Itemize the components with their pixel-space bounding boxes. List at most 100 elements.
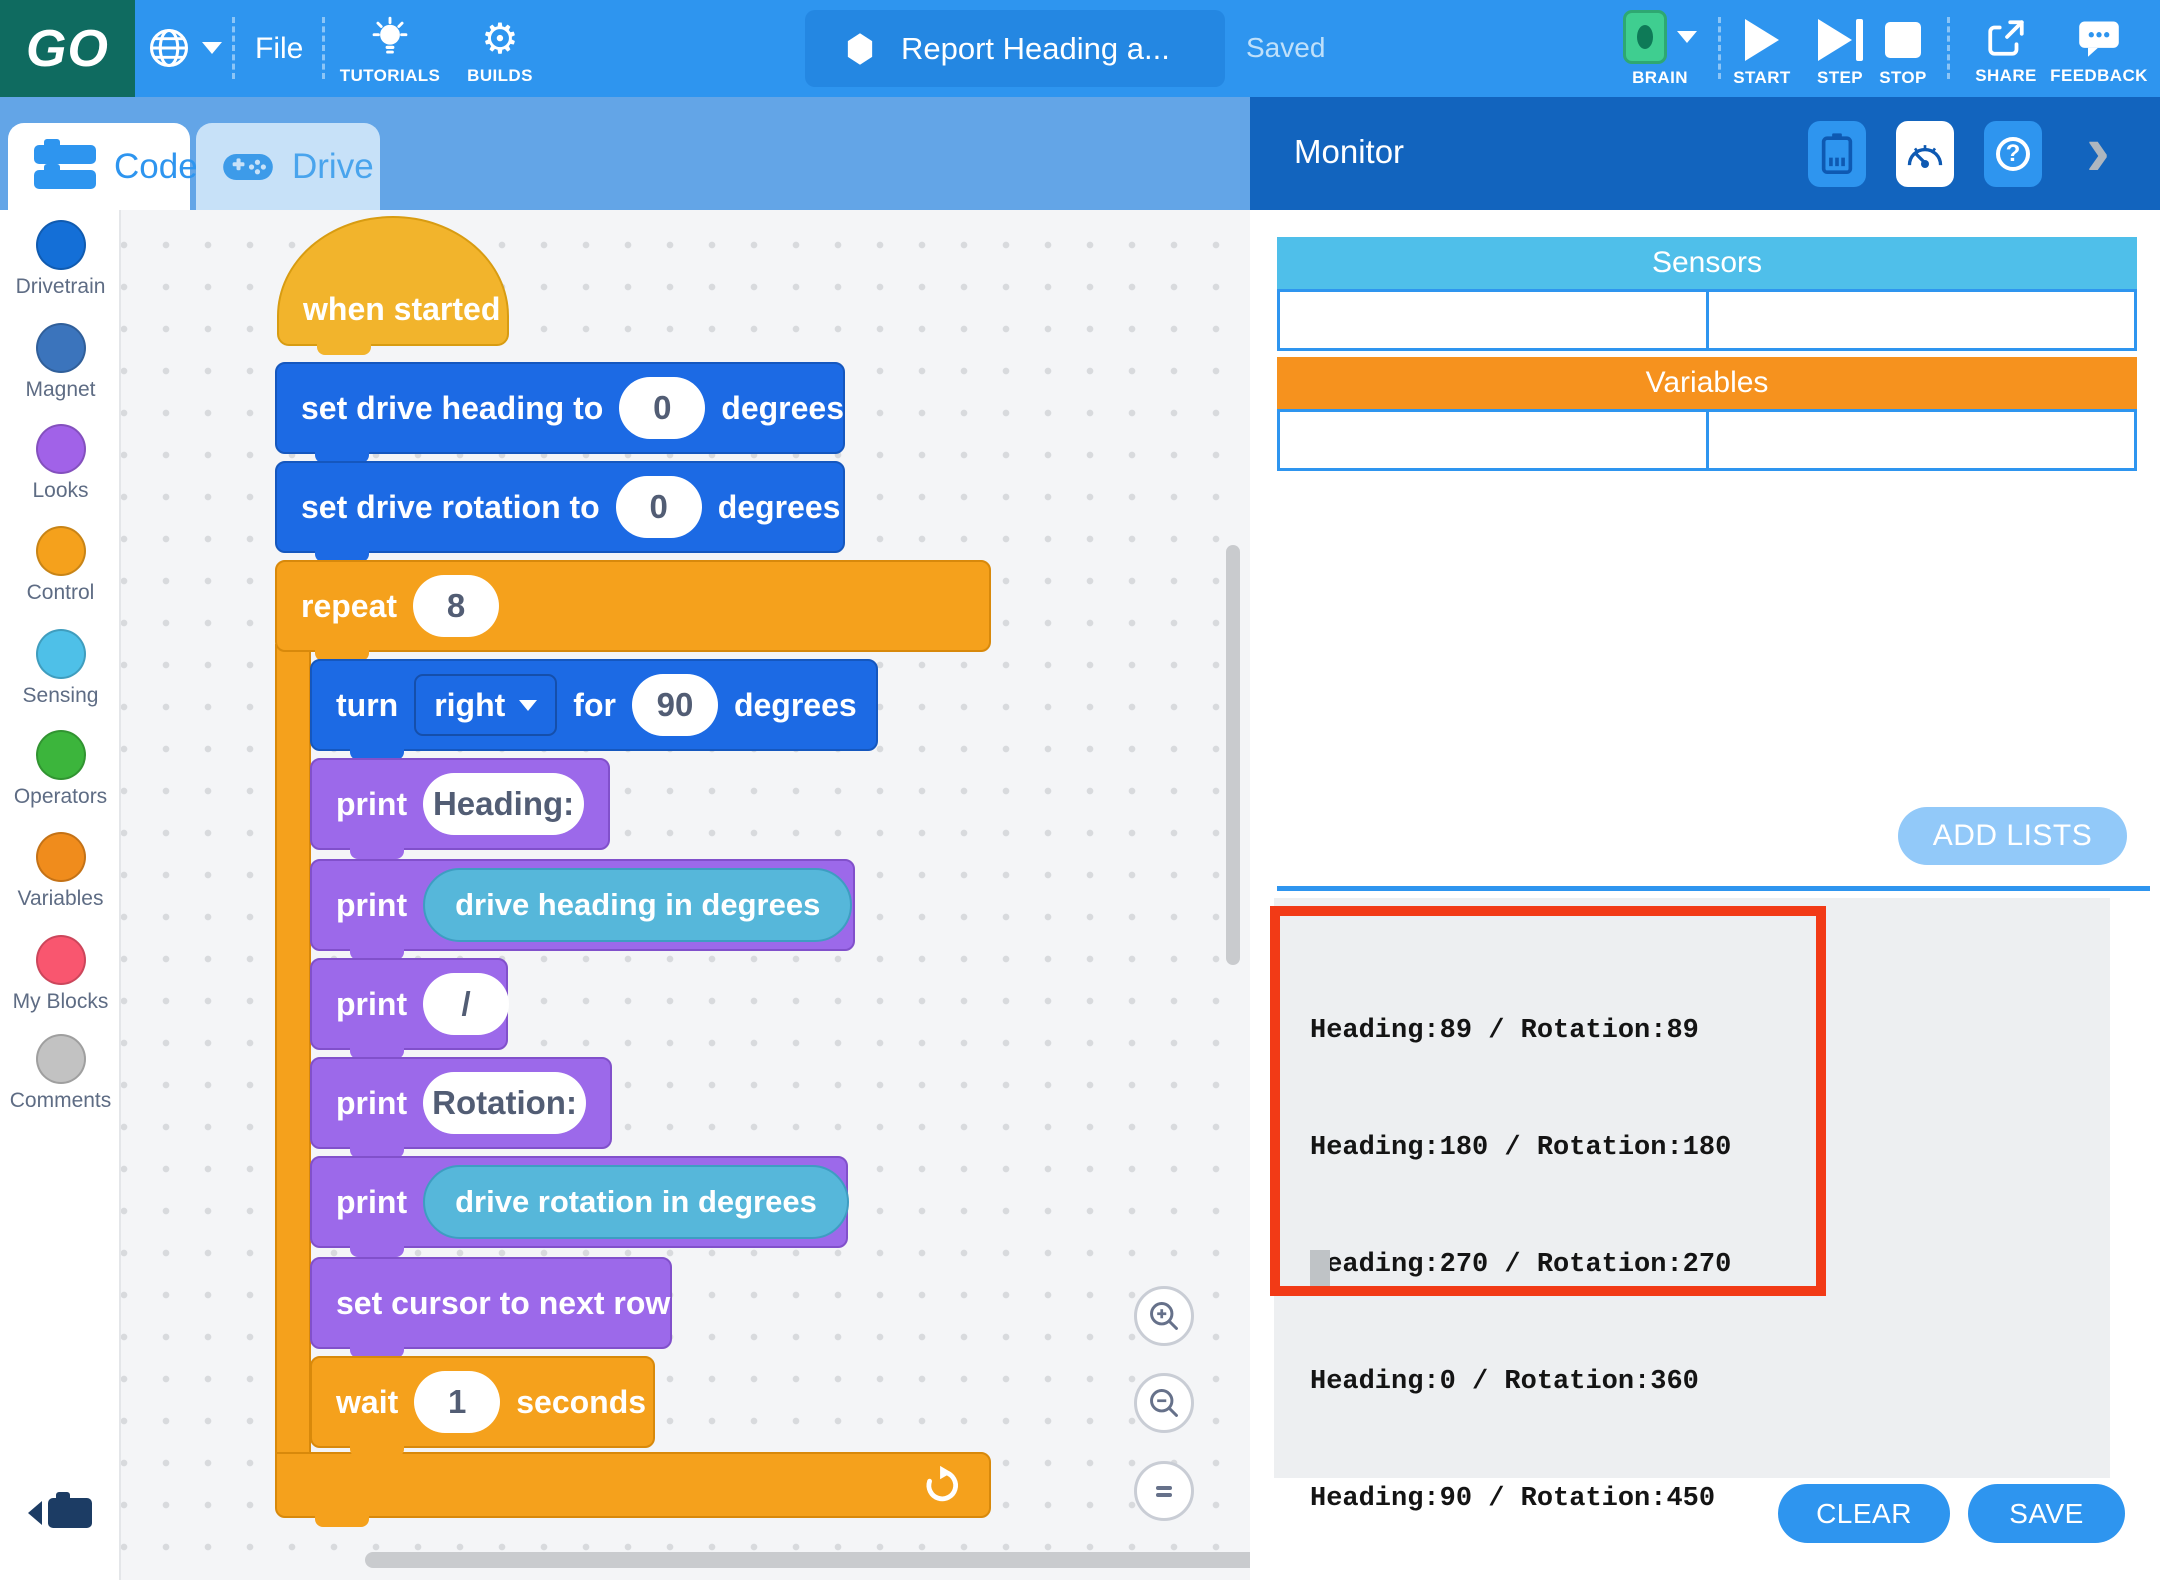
- sensors-cell: [1280, 292, 1706, 348]
- block-label: degrees: [718, 489, 841, 526]
- zoom-reset-button[interactable]: [1134, 1461, 1194, 1521]
- add-lists-button[interactable]: ADD LISTS: [1898, 807, 2127, 865]
- file-menu[interactable]: File: [255, 32, 303, 66]
- vertical-scrollbar[interactable]: [1226, 545, 1240, 965]
- sidebar-item-my-blocks[interactable]: My Blocks: [0, 935, 121, 1014]
- clear-button[interactable]: CLEAR: [1778, 1484, 1950, 1543]
- rotation-value-input[interactable]: 0: [616, 476, 702, 538]
- question-icon: [1996, 137, 2030, 171]
- zoom-out-icon: [1147, 1386, 1181, 1420]
- category-color-dot: [36, 1034, 86, 1084]
- block-print-heading-label[interactable]: print Heading:: [310, 758, 610, 850]
- share-button[interactable]: SHARE: [1967, 14, 2045, 86]
- stop-label: STOP: [1879, 68, 1927, 88]
- sidebar-item-variables[interactable]: Variables: [0, 832, 121, 911]
- zoom-out-button[interactable]: [1134, 1373, 1194, 1433]
- block-wait[interactable]: wait 1 seconds: [310, 1356, 655, 1448]
- block-label: wait: [336, 1384, 398, 1421]
- block-turn[interactable]: turn right for 90 degrees: [310, 659, 878, 751]
- feedback-icon: [2077, 14, 2121, 62]
- category-label: Drivetrain: [16, 275, 106, 299]
- category-color-dot: [36, 526, 86, 576]
- play-icon: [1745, 19, 1779, 61]
- block-label: set drive heading to: [301, 390, 603, 427]
- gauge-icon: [1905, 138, 1945, 170]
- category-label: Variables: [18, 887, 104, 911]
- brain-monitor-button[interactable]: [1808, 121, 1866, 187]
- save-button[interactable]: SAVE: [1968, 1484, 2125, 1543]
- chevron-down-icon: [519, 700, 537, 711]
- builds-button[interactable]: ⚙ BUILDS: [445, 14, 555, 86]
- stop-button[interactable]: STOP: [1870, 16, 1936, 88]
- category-color-dot: [36, 629, 86, 679]
- help-monitor-button[interactable]: [1984, 121, 2042, 187]
- sidebar-item-looks[interactable]: Looks: [0, 424, 121, 503]
- topbar-separator: [232, 17, 235, 79]
- block-label: print: [336, 1085, 407, 1122]
- turn-degrees-input[interactable]: 90: [632, 674, 718, 736]
- block-when-started[interactable]: when started: [277, 216, 509, 346]
- category-label: My Blocks: [13, 990, 109, 1014]
- block-set-cursor-next-row[interactable]: set cursor to next row: [310, 1257, 672, 1349]
- block-print-heading-sensor[interactable]: print drive heading in degrees: [310, 859, 855, 951]
- topbar-separator: [1718, 17, 1721, 79]
- sidebar-item-magnet[interactable]: Magnet: [0, 323, 121, 402]
- block-label: turn: [336, 687, 398, 724]
- block-silhouette-icon: [48, 1498, 92, 1528]
- vexcode-go-app: GO File TUTORIALS ⚙ BUILDS Report Headin…: [0, 0, 2160, 1580]
- block-set-drive-rotation[interactable]: set drive rotation to 0 degrees: [275, 461, 845, 553]
- builds-label: BUILDS: [467, 66, 533, 86]
- dashboard-monitor-button[interactable]: [1896, 121, 1954, 187]
- sidebar-item-sensing[interactable]: Sensing: [0, 629, 121, 708]
- block-print-slash[interactable]: print /: [310, 958, 508, 1050]
- repeat-loop-end[interactable]: [275, 1452, 991, 1518]
- turn-direction-dropdown[interactable]: right: [414, 674, 557, 736]
- stop-icon: [1885, 22, 1921, 58]
- block-print-rotation-label[interactable]: print Rotation:: [310, 1057, 612, 1149]
- language-menu[interactable]: [148, 27, 222, 69]
- category-label: Comments: [10, 1089, 112, 1113]
- block-set-drive-heading[interactable]: set drive heading to 0 degrees: [275, 362, 845, 454]
- block-print-rotation-sensor[interactable]: print drive rotation in degrees: [310, 1156, 848, 1248]
- tab-drive[interactable]: Drive: [196, 123, 380, 210]
- sidebar-item-drivetrain[interactable]: Drivetrain: [0, 220, 121, 299]
- collapse-arrow-icon: [28, 1501, 42, 1525]
- code-canvas[interactable]: when started set drive heading to 0 degr…: [121, 210, 1250, 1580]
- feedback-button[interactable]: FEEDBACK: [2053, 14, 2145, 86]
- variables-cell: [1280, 412, 1706, 468]
- tab-code[interactable]: Code: [8, 123, 190, 210]
- tutorials-button[interactable]: TUTORIALS: [330, 14, 450, 86]
- zoom-in-button[interactable]: [1134, 1286, 1194, 1346]
- sidebar-item-control[interactable]: Control: [0, 526, 121, 605]
- block-label: repeat: [301, 588, 397, 625]
- collapse-panel-chevron[interactable]: [2086, 115, 2110, 187]
- block-label: seconds: [516, 1384, 646, 1421]
- category-color-dot: [36, 323, 86, 373]
- drive-heading-reporter[interactable]: drive heading in degrees: [423, 868, 852, 942]
- console-divider: [1277, 886, 2150, 891]
- print-text-input[interactable]: /: [423, 973, 509, 1035]
- category-label: Magnet: [25, 378, 95, 402]
- print-text-input[interactable]: Rotation:: [423, 1072, 586, 1134]
- block-label: degrees: [734, 687, 857, 724]
- brain-button[interactable]: BRAIN: [1605, 10, 1715, 88]
- block-repeat[interactable]: repeat 8: [275, 560, 991, 652]
- category-color-dot: [36, 220, 86, 270]
- project-name-field[interactable]: Report Heading a...: [805, 10, 1225, 87]
- sidebar-item-comments[interactable]: Comments: [0, 1034, 121, 1113]
- repeat-count-input[interactable]: 8: [413, 575, 499, 637]
- print-text-input[interactable]: Heading:: [423, 773, 584, 835]
- project-name: Report Heading a...: [901, 31, 1170, 67]
- wait-seconds-input[interactable]: 1: [414, 1371, 500, 1433]
- monitor-panel: Sensors Variables ADD LISTS Heading:89 /…: [1250, 210, 2160, 1580]
- heading-value-input[interactable]: 0: [619, 377, 705, 439]
- step-button[interactable]: STEP: [1807, 16, 1873, 88]
- toolbox-collapse-button[interactable]: [28, 1498, 92, 1528]
- repeat-loop-arm[interactable]: [275, 644, 311, 1456]
- sidebar-item-operators[interactable]: Operators: [0, 730, 121, 809]
- lightbulb-icon: [370, 14, 410, 62]
- step-label: STEP: [1817, 68, 1863, 88]
- start-button[interactable]: START: [1729, 16, 1795, 88]
- drive-rotation-reporter[interactable]: drive rotation in degrees: [423, 1165, 849, 1239]
- share-label: SHARE: [1975, 66, 2037, 86]
